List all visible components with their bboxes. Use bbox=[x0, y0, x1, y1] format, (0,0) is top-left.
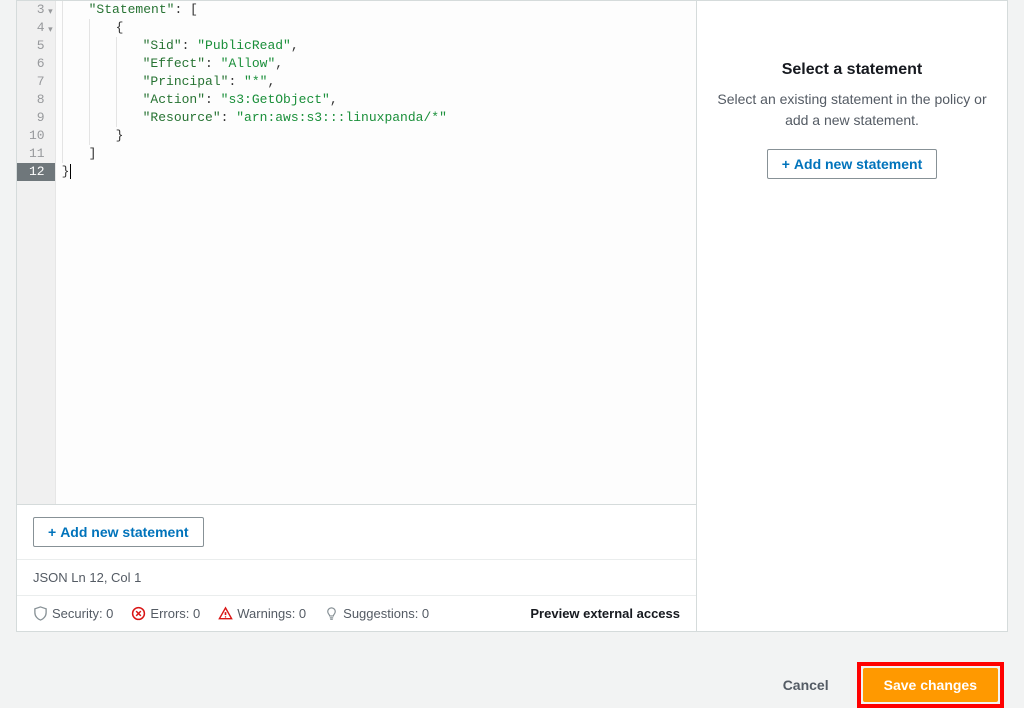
warning-icon bbox=[218, 606, 233, 621]
json-editor[interactable]: 3456789101112 "Statement": [{"Sid": "Pub… bbox=[17, 1, 696, 504]
line-number: 4 bbox=[29, 19, 45, 37]
shield-icon bbox=[33, 606, 48, 621]
policy-editor-panel: 3456789101112 "Statement": [{"Sid": "Pub… bbox=[16, 0, 1008, 632]
line-number: 11 bbox=[29, 145, 45, 163]
editor-row: 3456789101112 "Statement": [{"Sid": "Pub… bbox=[17, 1, 1007, 631]
code-line[interactable]: "Effect": "Allow", bbox=[62, 55, 696, 73]
lightbulb-icon bbox=[324, 606, 339, 621]
cursor-position: JSON Ln 12, Col 1 bbox=[33, 570, 141, 585]
cancel-button[interactable]: Cancel bbox=[765, 669, 847, 701]
line-number: 7 bbox=[29, 73, 45, 91]
plus-icon: + bbox=[48, 524, 56, 540]
line-number: 9 bbox=[29, 109, 45, 127]
code-line[interactable]: "Statement": [ bbox=[62, 1, 696, 19]
plus-icon: + bbox=[782, 156, 790, 172]
code-line[interactable]: "Resource": "arn:aws:s3:::linuxpanda/*" bbox=[62, 109, 696, 127]
line-number: 5 bbox=[29, 37, 45, 55]
code-line[interactable]: } bbox=[62, 127, 696, 145]
editor-toolbar: + Add new statement bbox=[17, 504, 696, 559]
code-line[interactable]: } bbox=[62, 163, 696, 181]
code-line[interactable]: { bbox=[62, 19, 696, 37]
suggestions-count[interactable]: Suggestions: 0 bbox=[324, 606, 429, 621]
add-statement-label: Add new statement bbox=[60, 524, 188, 540]
line-number: 12 bbox=[17, 163, 55, 181]
save-changes-button[interactable]: Save changes bbox=[863, 668, 998, 702]
error-icon bbox=[131, 606, 146, 621]
preview-external-access-link[interactable]: Preview external access bbox=[530, 606, 680, 621]
statement-side-panel: Select a statement Select an existing st… bbox=[697, 1, 1007, 631]
errors-count[interactable]: Errors: 0 bbox=[131, 606, 200, 621]
code-content[interactable]: "Statement": [{"Sid": "PublicRead","Effe… bbox=[56, 1, 696, 504]
line-number: 10 bbox=[29, 127, 45, 145]
page-footer: Cancel Save changes bbox=[0, 648, 1024, 708]
line-number: 8 bbox=[29, 91, 45, 109]
security-count[interactable]: Security: 0 bbox=[33, 606, 113, 621]
side-panel-description: Select an existing statement in the poli… bbox=[717, 89, 987, 131]
line-number-gutter: 3456789101112 bbox=[17, 1, 56, 504]
save-highlight: Save changes bbox=[857, 662, 1004, 708]
code-line[interactable]: "Sid": "PublicRead", bbox=[62, 37, 696, 55]
code-line[interactable]: "Principal": "*", bbox=[62, 73, 696, 91]
editor-status-bar: JSON Ln 12, Col 1 bbox=[17, 559, 696, 595]
code-line[interactable]: "Action": "s3:GetObject", bbox=[62, 91, 696, 109]
warnings-count[interactable]: Warnings: 0 bbox=[218, 606, 306, 621]
editor-column: 3456789101112 "Statement": [{"Sid": "Pub… bbox=[17, 1, 697, 631]
line-number: 3 bbox=[29, 1, 45, 19]
side-add-statement-button[interactable]: + Add new statement bbox=[767, 149, 938, 179]
code-line[interactable]: ] bbox=[62, 145, 696, 163]
lint-bar: Security: 0 Errors: 0 Warnings: 0 Sugges… bbox=[17, 595, 696, 631]
line-number: 6 bbox=[29, 55, 45, 73]
side-panel-title: Select a statement bbox=[782, 61, 923, 79]
add-statement-button[interactable]: + Add new statement bbox=[33, 517, 204, 547]
